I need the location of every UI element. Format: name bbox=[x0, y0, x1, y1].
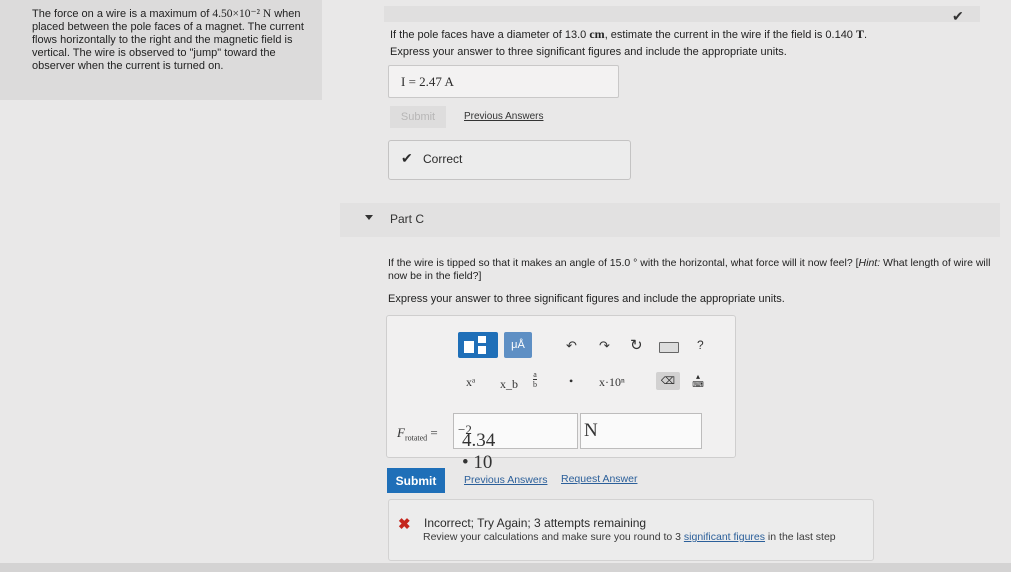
scientific-notation-button[interactable]: x·10ⁿ bbox=[599, 375, 625, 390]
keyboard-toggle-icon[interactable]: ▴ ⌨ bbox=[690, 373, 706, 389]
help-button[interactable]: ? bbox=[697, 338, 704, 352]
feedback-title: Incorrect; Try Again; 3 attempts remaini… bbox=[424, 516, 647, 530]
unit-cm: cm bbox=[589, 27, 605, 41]
part-b-submit-button[interactable]: Submit bbox=[390, 106, 446, 128]
part-c-question-text: If the wire is tipped so that it makes a… bbox=[388, 257, 859, 269]
hint-label: Hint: bbox=[858, 257, 881, 269]
part-b-answer: I = 2.47 A bbox=[401, 74, 454, 89]
part-c-previous-answers-link[interactable]: Previous Answers bbox=[464, 474, 547, 486]
unit-value: N bbox=[584, 420, 598, 441]
fraction-button[interactable]: a b bbox=[533, 370, 537, 389]
error-x-icon: ✖ bbox=[398, 516, 411, 533]
answer-label: Frotated = bbox=[397, 425, 438, 443]
superscript-button[interactable]: xᵃ bbox=[466, 375, 475, 390]
templates-button[interactable] bbox=[458, 332, 498, 358]
part-b-previous-answers-link[interactable]: Previous Answers bbox=[464, 111, 543, 122]
completed-check-icon: ✔ bbox=[952, 8, 964, 24]
part-c-header[interactable] bbox=[340, 203, 1000, 237]
correct-label: Correct bbox=[423, 152, 463, 166]
feedback-detail: Review your calculations and make sure y… bbox=[423, 531, 836, 543]
significant-figures-link[interactable]: significant figures bbox=[684, 531, 765, 543]
value-mantissa: 4.34 • 10 bbox=[462, 430, 496, 473]
part-b-answer-box: I = 2.47 A bbox=[388, 65, 619, 98]
part-b-header-bar bbox=[384, 6, 980, 22]
part-b-question-text-2: , estimate the current in the wire if th… bbox=[604, 29, 856, 41]
problem-text-intro: The force on a wire is a maximum of bbox=[32, 8, 213, 20]
undo-icon[interactable]: ↶ bbox=[566, 338, 577, 354]
backspace-icon[interactable]: ⌫ bbox=[656, 372, 680, 390]
reset-icon[interactable]: ↻ bbox=[630, 336, 643, 354]
correct-feedback: ✔ Correct bbox=[388, 140, 631, 180]
units-button[interactable]: μÅ bbox=[504, 332, 532, 358]
incorrect-feedback: ✖ Incorrect; Try Again; 3 attempts remai… bbox=[388, 499, 874, 561]
problem-statement: The force on a wire is a maximum of 4.50… bbox=[32, 8, 312, 73]
part-c-instructions: Express your answer to three significant… bbox=[388, 293, 785, 305]
multiply-dot-button[interactable]: • bbox=[569, 374, 573, 389]
value-input[interactable]: 4.34 • 10 −2 bbox=[453, 413, 578, 473]
request-answer-link[interactable]: Request Answer bbox=[561, 473, 637, 485]
unit-input[interactable]: N bbox=[580, 413, 702, 449]
part-b-question: If the pole faces have a diameter of 13.… bbox=[390, 27, 868, 41]
keyboard-icon[interactable] bbox=[659, 342, 679, 353]
part-c-title[interactable]: Part C bbox=[390, 212, 424, 226]
part-c-question: If the wire is tipped so that it makes a… bbox=[388, 257, 998, 283]
part-b-question-text: If the pole faces have a diameter of 13.… bbox=[390, 29, 590, 41]
subscript-button[interactable]: x_b bbox=[500, 377, 518, 392]
part-c-submit-button[interactable]: Submit bbox=[387, 468, 445, 493]
check-icon: ✔ bbox=[401, 150, 413, 166]
redo-icon[interactable]: ↷ bbox=[599, 338, 610, 354]
unit-tesla: T bbox=[855, 27, 864, 41]
force-value: 4.50×10⁻² N bbox=[212, 8, 272, 20]
collapse-caret-icon[interactable] bbox=[365, 215, 373, 220]
taskbar-strip bbox=[0, 563, 1011, 572]
part-b-instructions: Express your answer to three significant… bbox=[390, 46, 787, 58]
